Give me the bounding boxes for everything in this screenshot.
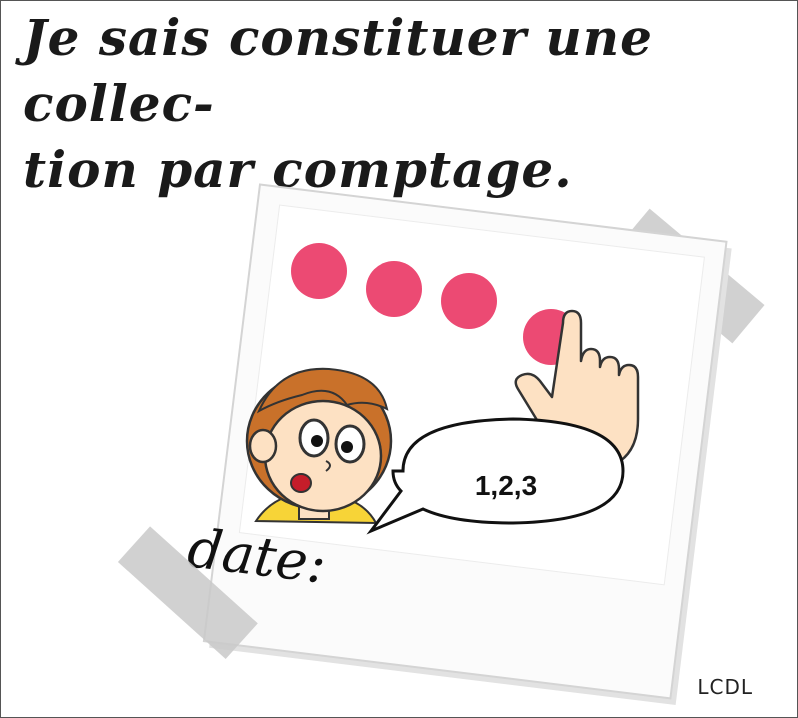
worksheet-card: Je sais constituer une collec- tion par … bbox=[0, 0, 798, 718]
polaroid-illustration: 1,2,3 date: bbox=[117, 183, 765, 706]
dot bbox=[366, 261, 422, 317]
credit-label: LCDL bbox=[697, 675, 753, 699]
dot bbox=[441, 273, 497, 329]
speech-text: 1,2,3 bbox=[475, 470, 537, 501]
dot bbox=[291, 243, 347, 299]
